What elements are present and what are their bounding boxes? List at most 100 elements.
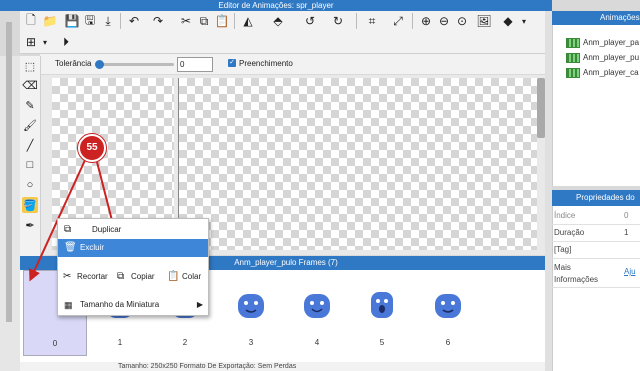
paste-icon[interactable]: 📋 <box>214 13 230 29</box>
property-row-duration: Duração 1 <box>552 225 640 242</box>
frame-5[interactable]: 5 <box>351 270 413 354</box>
tolerance-label: Tolerância <box>55 59 92 68</box>
open-folder-icon[interactable]: 📁 <box>42 13 58 29</box>
paste-icon: 📋 <box>167 271 180 282</box>
play-icon[interactable]: ⏵ <box>58 34 74 50</box>
status-text: Tamanho: 250x250 Formato De Exportação: … <box>118 363 297 370</box>
new-file-icon[interactable]: 🗋 <box>23 13 39 29</box>
menu-item-copy[interactable]: ⧉ Copiar <box>116 268 164 286</box>
frame-number: 5 <box>379 338 385 347</box>
sprite-thumbnail <box>304 294 330 318</box>
chevron-down-icon[interactable]: ▾ <box>37 34 53 50</box>
menu-label: Duplicar <box>92 225 122 234</box>
zoom-in-icon[interactable]: ⊕ <box>418 13 434 29</box>
menu-item-paste[interactable]: 📋 Colar <box>166 268 208 286</box>
fill-bucket-icon[interactable]: 🪣 <box>22 197 38 213</box>
brush-icon[interactable]: 🖌 <box>22 117 38 133</box>
property-row-more-info: Mais Informações Aju <box>552 259 640 288</box>
animation-item[interactable]: Anm_player_ca <box>566 68 639 78</box>
cut-icon[interactable]: ✂ <box>178 13 194 29</box>
undo-icon[interactable]: ↶ <box>126 13 142 29</box>
duplicate-icon: ⧉ <box>64 224 72 235</box>
chevron-down-icon[interactable]: ▾ <box>516 13 532 29</box>
flip-vertical-icon[interactable]: ⬘ <box>270 13 286 29</box>
layers-icon[interactable]: ◆ <box>500 13 516 29</box>
canvas-scrollbar[interactable] <box>537 78 545 138</box>
animation-item-label: Anm_player_pa <box>583 38 640 48</box>
film-strip-icon <box>566 53 580 63</box>
help-link[interactable]: Aju <box>624 267 636 276</box>
menu-label: Recortar <box>77 272 108 281</box>
window-title: Editor de Animações: spr_player <box>0 0 552 11</box>
sprite-thumbnail <box>238 294 264 318</box>
film-strip-icon <box>566 68 580 78</box>
animation-item-label: Anm_player_ca <box>583 68 639 78</box>
tolerance-input[interactable]: 0 <box>177 57 213 72</box>
toolbar-main: 🗋 📁 💾 🖫 ⤓ ↶ ↷ ✂ ⧉ 📋 ◭ ⬘ ↺ ↻ ⌗ ⤢ ⊕ ⊖ ⊙ 🖼 … <box>20 11 552 33</box>
frame-6[interactable]: 6 <box>417 270 479 354</box>
animation-item-label: Anm_player_pu <box>583 53 640 63</box>
context-menu: ⧉ Duplicar 🗑 Excluir ✂ Recortar ⧉ Copiar… <box>57 218 209 316</box>
eyedropper-icon[interactable]: ✒ <box>22 217 38 233</box>
fill-label: Preenchimento <box>239 59 293 68</box>
trash-icon: 🗑 <box>64 242 77 253</box>
frame-number: 1 <box>117 338 123 347</box>
animations-panel-title: Animações <box>552 11 640 25</box>
zoom-fit-icon[interactable]: ⊙ <box>454 13 470 29</box>
redo-icon[interactable]: ↷ <box>150 13 166 29</box>
left-scrollbar[interactable] <box>6 22 12 322</box>
menu-label: Excluir <box>80 243 105 252</box>
select-icon[interactable]: ⬚ <box>22 58 38 74</box>
menu-label: Colar <box>182 272 202 281</box>
rotate-left-icon[interactable]: ↺ <box>302 13 318 29</box>
animation-item[interactable]: Anm_player_pu <box>566 53 639 63</box>
pencil-icon[interactable]: ✎ <box>22 97 38 113</box>
resize-icon[interactable]: ⤢ <box>390 13 406 29</box>
property-row-tag: [Tag] <box>552 242 640 259</box>
crop-icon[interactable]: ⌗ <box>364 13 380 29</box>
canvas-edit-view[interactable] <box>178 78 537 250</box>
menu-label: Tamanho da Miniatura <box>80 300 160 309</box>
frame-4[interactable]: 4 <box>286 270 348 354</box>
tolerance-slider[interactable] <box>95 60 174 69</box>
film-strip-icon <box>566 38 580 48</box>
rectangle-icon[interactable]: □ <box>22 157 38 173</box>
ellipse-icon[interactable]: ○ <box>22 177 38 193</box>
right-panel-gutter <box>545 11 552 371</box>
submenu-arrow-icon: ▶ <box>196 300 203 309</box>
rotate-right-icon[interactable]: ↻ <box>330 13 346 29</box>
tool-palette: ⬚ ⌫ ✎ 🖌 ╱ □ ○ 🪣 ✒ <box>20 56 41 256</box>
property-label: Mais Informações <box>554 263 599 284</box>
line-icon[interactable]: ╱ <box>22 137 38 153</box>
menu-label: Copiar <box>131 272 155 281</box>
tolerance-slider-handle[interactable] <box>95 60 104 69</box>
frame-number: 4 <box>314 338 320 347</box>
frame-number: 0 <box>52 339 58 348</box>
save-icon[interactable]: 💾 <box>64 13 80 29</box>
menu-item-cut[interactable]: ✂ Recortar <box>58 268 114 286</box>
image-icon[interactable]: 🖼 <box>476 13 492 29</box>
flip-horizontal-icon[interactable]: ◭ <box>240 13 256 29</box>
menu-item-duplicate[interactable]: ⧉ Duplicar <box>58 221 208 239</box>
property-label: Índice <box>554 211 576 220</box>
fill-checkbox[interactable]: ✓ <box>228 59 236 67</box>
sprite-thumbnail <box>435 294 461 318</box>
frame-3[interactable]: 3 <box>220 270 282 354</box>
eraser-icon[interactable]: ⌫ <box>22 77 38 93</box>
property-row-index: Índice 0 <box>552 208 640 225</box>
properties-panel-title: Propriedades do <box>552 190 640 206</box>
frame-number: 3 <box>248 338 254 347</box>
menu-item-thumbnail-size[interactable]: ▦ Tamanho da Miniatura ▶ <box>58 296 208 314</box>
property-value[interactable]: 0 <box>624 211 628 220</box>
property-label: Duração <box>554 228 585 237</box>
frame-number: 6 <box>445 338 451 347</box>
import-icon[interactable]: ⤓ <box>100 13 116 29</box>
zoom-out-icon[interactable]: ⊖ <box>436 13 452 29</box>
frame-number: 2 <box>182 338 188 347</box>
animation-item[interactable]: Anm_player_pa <box>566 38 639 48</box>
copy-icon[interactable]: ⧉ <box>196 13 212 29</box>
export-icon[interactable]: 🖫 <box>82 13 98 29</box>
property-value[interactable]: 1 <box>624 228 628 237</box>
cut-icon: ✂ <box>63 271 72 282</box>
menu-item-delete[interactable]: 🗑 Excluir <box>58 239 208 257</box>
